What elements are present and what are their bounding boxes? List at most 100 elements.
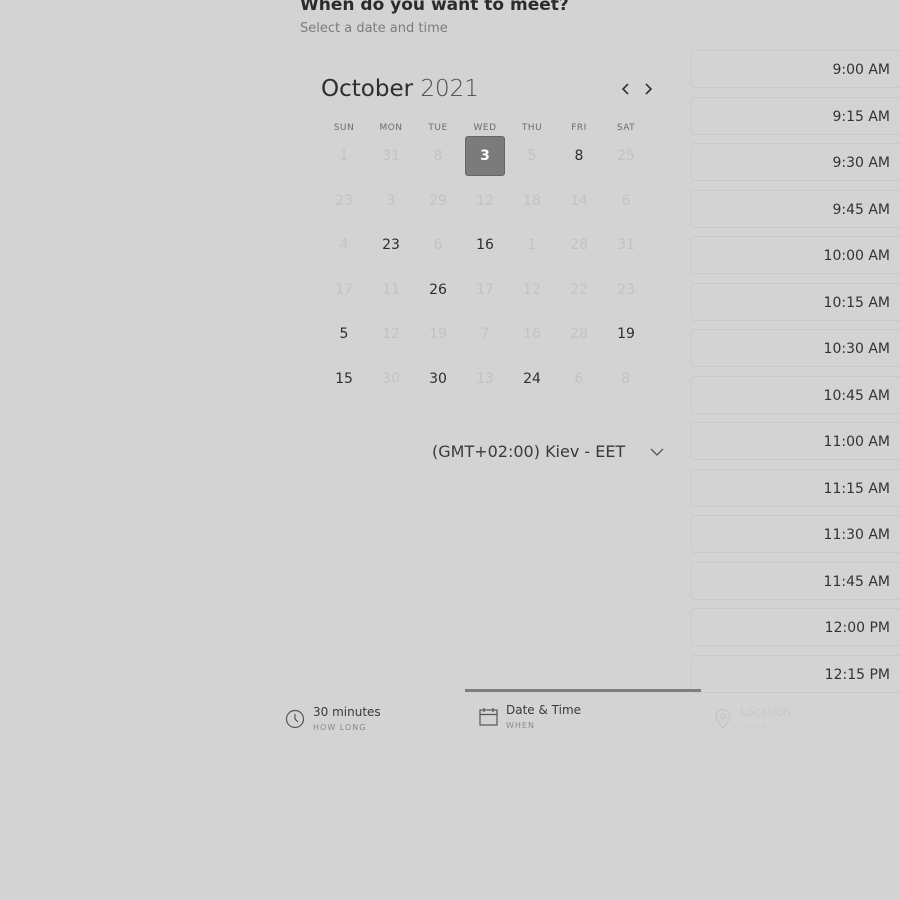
duration-caption: HOW LONG xyxy=(313,723,367,732)
calendar-day-disabled: 1 xyxy=(527,237,537,253)
calendar-day-available[interactable]: 5 xyxy=(324,314,364,354)
calendar-year: 2021 xyxy=(420,76,479,102)
time-slot-label: 9:00 AM xyxy=(832,62,890,78)
weekday-header: SUN MON TUE WED THU FRI SAT xyxy=(321,123,651,137)
location-title: Location xyxy=(740,705,791,719)
calendar-day-disabled: 12 xyxy=(523,281,541,298)
calendar-icon xyxy=(479,708,498,726)
next-month-button[interactable] xyxy=(641,80,655,98)
calendar-day-disabled: 14 xyxy=(570,192,588,209)
time-slot-button[interactable]: 11:00 AM xyxy=(691,422,900,460)
chevron-right-icon xyxy=(645,83,653,95)
calendar-day-disabled: 6 xyxy=(433,237,443,253)
calendar-day-disabled: 7 xyxy=(480,326,490,342)
time-slot-button[interactable]: 9:15 AM xyxy=(691,96,900,135)
time-slot-button[interactable]: 9:30 AM xyxy=(691,143,900,181)
time-slot-label: 9:15 AM xyxy=(832,108,890,125)
timezone-select[interactable]: (GMT+02:00) Kiev - EET xyxy=(432,441,667,465)
calendar-day-disabled: 5 xyxy=(527,148,537,164)
calendar-day-available[interactable]: 19 xyxy=(606,314,646,354)
time-slot-button[interactable]: 10:45 AM xyxy=(691,375,900,414)
calendar-day-available[interactable]: 8 xyxy=(559,136,599,176)
weekday-label: WED xyxy=(473,123,497,133)
time-slot-list: 9:00 AM 9:15 AM 9:30 AM 9:45 AM 10:00 AM 10:1… xyxy=(691,50,900,694)
calendar-day-disabled: 6 xyxy=(574,370,584,387)
location-caption: WHERE xyxy=(740,723,775,732)
weekday-label: FRI xyxy=(571,123,587,133)
time-slot-button[interactable]: 12:00 PM xyxy=(691,608,900,646)
time-slot-button[interactable]: 10:00 AM xyxy=(691,236,900,274)
time-slot-button[interactable]: 10:15 AM xyxy=(691,282,900,321)
calendar-month-title: October 2021 xyxy=(321,76,479,102)
time-slot-button[interactable]: 10:30 AM xyxy=(691,329,900,367)
time-slot-button[interactable]: 9:45 AM xyxy=(691,189,900,228)
weekday-label: SUN xyxy=(333,123,355,133)
meeting-heading: When do you want to meet? xyxy=(300,0,569,15)
calendar-day-disabled: 13 xyxy=(476,370,494,387)
weekday-label: THU xyxy=(521,123,543,133)
calendar-day-disabled: 30 xyxy=(382,370,400,387)
calendar-day-disabled: 23 xyxy=(617,281,635,298)
timezone-label: (GMT+02:00) Kiev - EET xyxy=(432,442,626,461)
step-progress-indicator xyxy=(465,689,701,692)
time-slot-label: 10:00 AM xyxy=(823,248,890,264)
calendar-day-disabled: 3 xyxy=(386,192,396,209)
calendar-day-disabled: 11 xyxy=(382,281,400,298)
calendar-day-disabled: 18 xyxy=(523,192,541,209)
time-slot-button[interactable]: 9:00 AM xyxy=(691,50,900,88)
calendar-day-disabled: 22 xyxy=(570,281,588,298)
time-slot-label: 11:30 AM xyxy=(823,527,890,543)
calendar-day-available[interactable]: 16 xyxy=(465,225,505,265)
time-slot-label: 11:15 AM xyxy=(823,480,890,497)
calendar-day-disabled: 8 xyxy=(433,148,443,164)
calendar-day-grid: 1 31 8 3 5 8 25 23 3 29 12 18 14 6 4 23 6 16 1 28 31 17 11 26 17… xyxy=(321,136,651,406)
calendar-day-available[interactable]: 15 xyxy=(324,359,364,399)
calendar-day-disabled: 31 xyxy=(382,148,400,164)
time-slot-label: 10:15 AM xyxy=(823,294,890,311)
duration-value: 30 minutes xyxy=(313,705,381,719)
calendar-day-disabled: 25 xyxy=(617,148,635,164)
weekday-label: SAT xyxy=(616,123,636,133)
calendar-day-disabled: 16 xyxy=(523,326,541,342)
calendar-day-disabled: 28 xyxy=(570,326,588,342)
calendar-day-available[interactable]: 30 xyxy=(418,359,458,399)
calendar-day-disabled: 17 xyxy=(476,281,494,298)
calendar-day-disabled: 1 xyxy=(339,148,349,164)
time-slot-label: 11:00 AM xyxy=(823,434,890,450)
calendar-day-selected[interactable]: 3 xyxy=(465,136,505,176)
calendar-day-disabled: 4 xyxy=(339,237,349,253)
chevron-down-icon xyxy=(650,448,664,456)
calendar-day-disabled: 12 xyxy=(476,192,494,209)
calendar-day-available[interactable]: 26 xyxy=(418,270,458,310)
map-pin-icon xyxy=(715,708,731,729)
time-slot-button[interactable]: 12:15 PM xyxy=(691,654,900,693)
calendar-day-disabled: 17 xyxy=(335,281,353,298)
time-slot-label: 12:15 PM xyxy=(824,666,890,683)
time-slot-button[interactable]: 11:45 AM xyxy=(691,561,900,600)
time-slot-button[interactable]: 11:15 AM xyxy=(691,468,900,507)
calendar-day-disabled: 19 xyxy=(429,326,447,342)
calendar-month: October xyxy=(321,76,414,102)
weekday-label: MON xyxy=(379,123,403,133)
calendar-day-disabled: 23 xyxy=(335,192,353,209)
chevron-left-icon xyxy=(621,83,629,95)
calendar-day-available[interactable]: 24 xyxy=(512,359,552,399)
date-time-caption: WHEN xyxy=(506,721,535,730)
time-slot-button[interactable]: 11:30 AM xyxy=(691,515,900,553)
date-time-title: Date & Time xyxy=(506,703,582,717)
calendar-day-disabled: 8 xyxy=(621,370,631,387)
time-slot-label: 12:00 PM xyxy=(824,620,890,636)
meeting-subheading: Select a date and time xyxy=(300,21,448,36)
previous-month-button[interactable] xyxy=(619,80,633,98)
clock-icon xyxy=(285,709,305,729)
time-slot-label: 10:45 AM xyxy=(823,387,890,404)
weekday-label: TUE xyxy=(428,123,448,133)
calendar-day-disabled: 6 xyxy=(621,192,631,209)
calendar-day-disabled: 28 xyxy=(570,237,588,253)
calendar-day-available[interactable]: 23 xyxy=(371,225,411,265)
calendar-day-disabled: 12 xyxy=(382,326,400,342)
time-slot-label: 10:30 AM xyxy=(823,341,890,357)
time-slot-label: 9:30 AM xyxy=(832,155,890,171)
calendar-day-disabled: 31 xyxy=(617,237,635,253)
calendar-day-disabled: 29 xyxy=(429,192,447,209)
